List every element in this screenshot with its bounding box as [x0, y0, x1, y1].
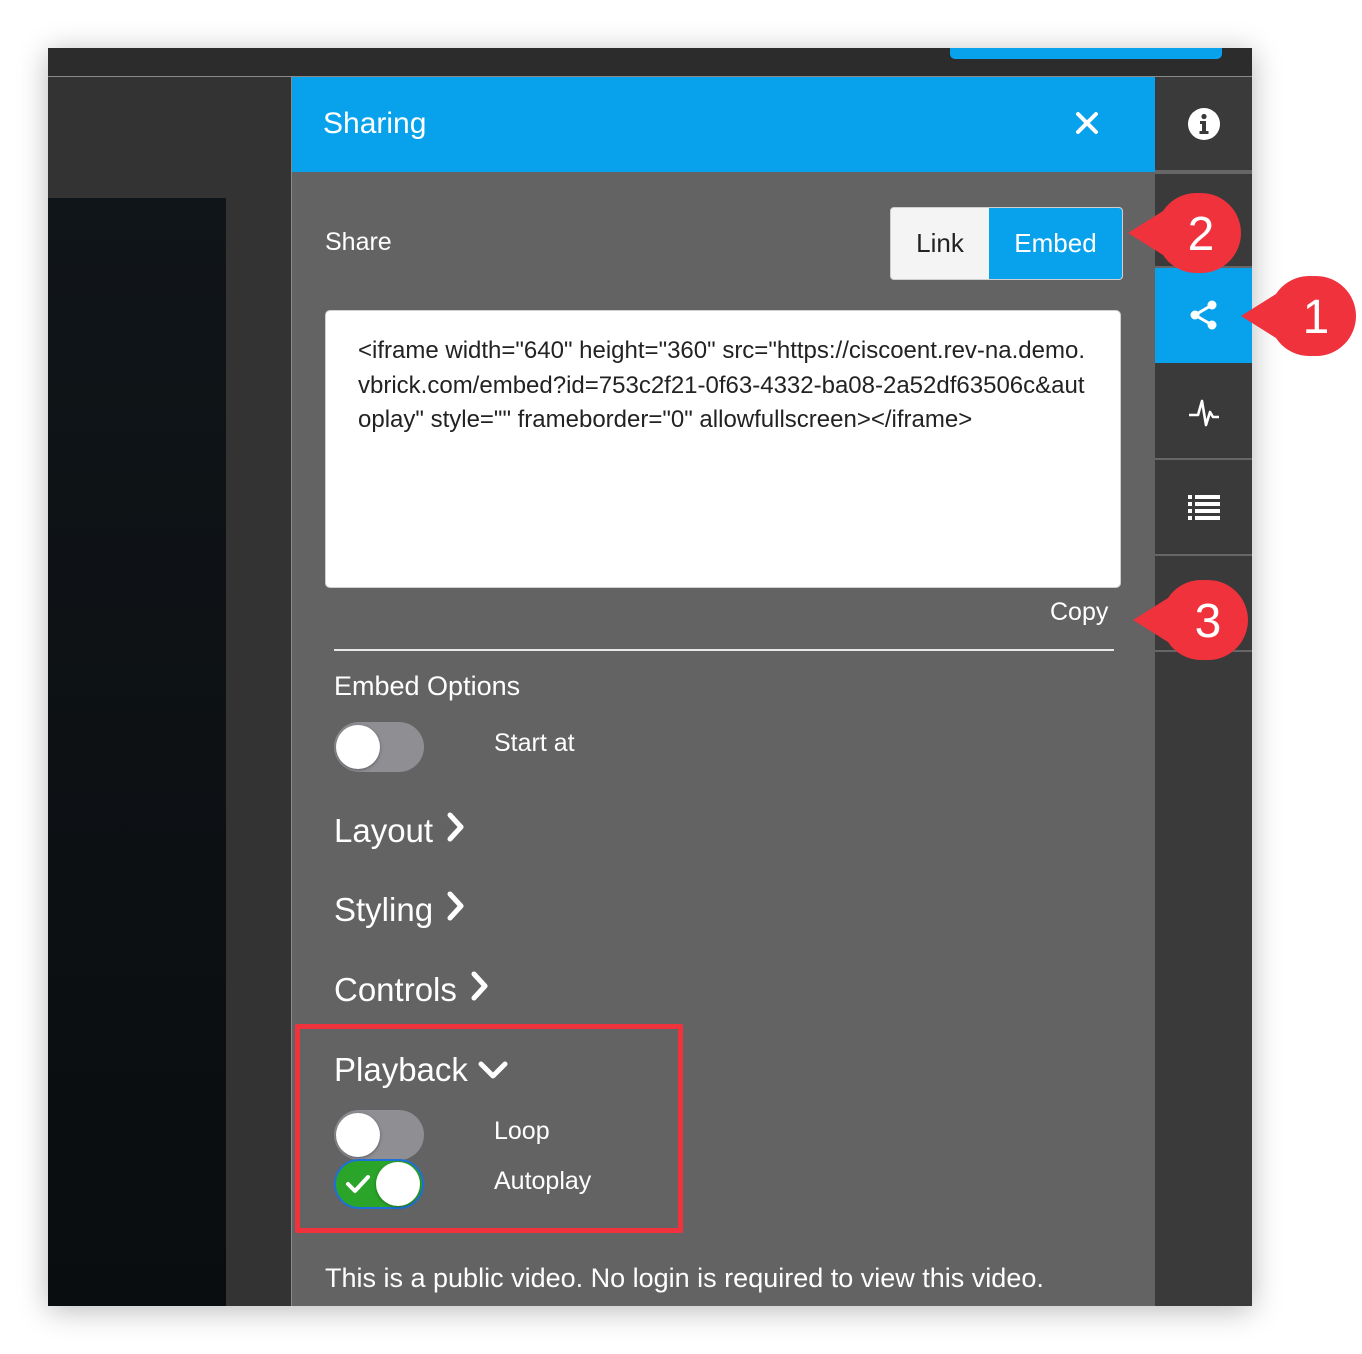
embed-code-textarea[interactable]: <iframe width="640" height="360" src="ht… [325, 310, 1121, 588]
styling-section-toggle[interactable]: Styling [334, 891, 465, 929]
callout-3-badge: 3 [1133, 580, 1248, 660]
styling-label: Styling [334, 891, 434, 928]
playback-highlight-box [295, 1024, 683, 1233]
info-button[interactable] [1155, 77, 1252, 172]
chevron-right-icon [447, 812, 465, 850]
close-icon [1076, 112, 1098, 134]
section-divider [334, 649, 1114, 651]
chevron-right-icon [447, 891, 465, 929]
info-icon [1187, 107, 1220, 140]
toggle-knob [336, 725, 380, 769]
share-mode-toggle: Link Embed [890, 207, 1123, 280]
pulse-icon [1188, 399, 1219, 426]
callout-2-badge: 2 [1128, 193, 1241, 273]
sharing-panel-header: Sharing [292, 77, 1155, 172]
analytics-button[interactable] [1155, 365, 1252, 460]
share-label: Share [325, 228, 392, 256]
start-at-toggle[interactable] [334, 722, 424, 772]
callout-2-number: 2 [1188, 208, 1215, 261]
embed-options-title: Embed Options [334, 671, 521, 701]
video-player[interactable] [48, 198, 226, 1306]
copy-button[interactable]: Copy [1050, 598, 1108, 627]
panel-title: Sharing [323, 107, 427, 140]
layout-section-toggle[interactable]: Layout [334, 812, 465, 850]
callout-1-badge: 1 [1241, 276, 1356, 356]
chapters-button[interactable] [1155, 461, 1252, 556]
layout-label: Layout [334, 812, 434, 849]
close-button[interactable] [1070, 106, 1104, 140]
top-bar [48, 48, 1252, 77]
top-bar-accent-button[interactable] [950, 48, 1222, 59]
callout-3-number: 3 [1195, 595, 1222, 648]
public-video-note: This is a public video. No login is requ… [325, 1263, 1044, 1293]
share-icon [1190, 300, 1216, 329]
controls-label: Controls [334, 971, 457, 1008]
embed-tab-button[interactable]: Embed [989, 208, 1122, 279]
chevron-right-icon [471, 971, 489, 1009]
callout-1-number: 1 [1303, 291, 1330, 344]
controls-section-toggle[interactable]: Controls [334, 971, 489, 1009]
start-at-label: Start at [494, 729, 575, 757]
link-tab-button[interactable]: Link [891, 208, 989, 279]
list-icon [1187, 494, 1220, 520]
